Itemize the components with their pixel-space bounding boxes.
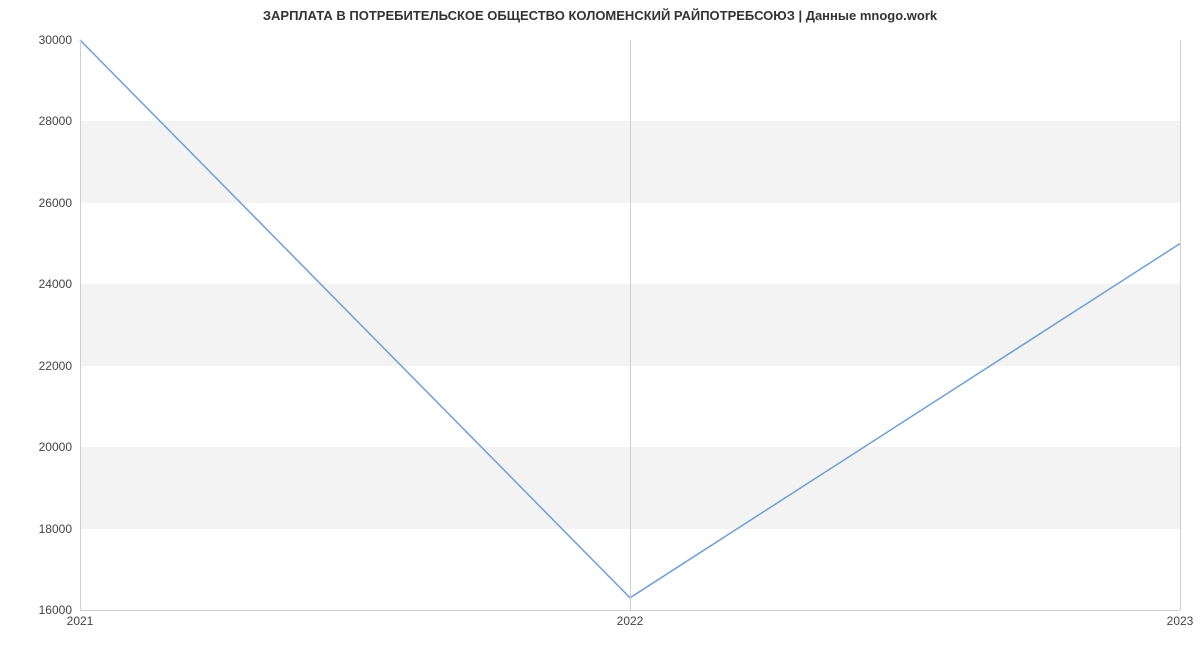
chart-container: ЗАРПЛАТА В ПОТРЕБИТЕЛЬСКОЕ ОБЩЕСТВО КОЛО… [0, 0, 1200, 650]
y-tick-label: 16000 [12, 603, 72, 617]
y-tick-label: 30000 [12, 33, 72, 47]
x-gridline [630, 40, 631, 610]
x-tick-label: 2022 [617, 614, 644, 628]
x-tick-label: 2023 [1167, 614, 1194, 628]
x-axis-line [80, 610, 1180, 611]
y-tick-label: 18000 [12, 522, 72, 536]
x-gridline [1180, 40, 1181, 610]
y-tick-label: 20000 [12, 440, 72, 454]
x-tick-label: 2021 [67, 614, 94, 628]
plot-area [80, 40, 1180, 610]
y-tick-label: 28000 [12, 114, 72, 128]
y-tick-label: 24000 [12, 277, 72, 291]
y-tick-label: 26000 [12, 196, 72, 210]
y-axis-line [80, 40, 81, 610]
y-tick-label: 22000 [12, 359, 72, 373]
chart-title: ЗАРПЛАТА В ПОТРЕБИТЕЛЬСКОЕ ОБЩЕСТВО КОЛО… [0, 8, 1200, 23]
